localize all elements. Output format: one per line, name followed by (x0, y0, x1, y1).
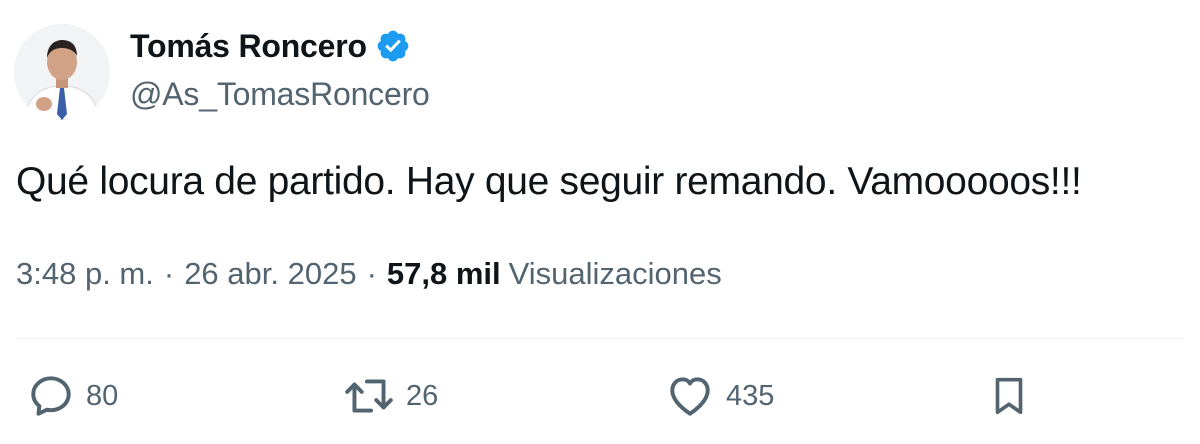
meta-separator: · (163, 256, 175, 291)
tweet-date[interactable]: 26 abr. 2025 (184, 256, 356, 292)
tweet-meta: 3:48 p. m. · 26 abr. 2025 · 57,8 mil Vis… (16, 256, 722, 292)
divider (16, 338, 1184, 339)
bookmark-icon (986, 371, 1032, 421)
bookmark-button[interactable] (986, 366, 1032, 426)
retweet-button[interactable]: 26 (342, 366, 438, 426)
like-icon (664, 371, 716, 421)
reply-count: 80 (86, 379, 119, 412)
author-display-name[interactable]: Tomás Roncero (130, 28, 367, 65)
meta-separator: · (366, 256, 377, 291)
like-button[interactable]: 435 (664, 366, 774, 426)
tweet-card: Tomás Roncero @As_TomasRoncero Qué locur… (0, 0, 1200, 444)
avatar-image (14, 24, 110, 120)
retweet-count: 26 (406, 379, 439, 412)
views-count: 57,8 mil (386, 256, 501, 291)
tweet-text: Qué locura de partido. Hay que seguir re… (16, 160, 1082, 203)
action-bar: 80 26 435 (0, 366, 1200, 426)
retweet-icon (342, 371, 396, 421)
reply-icon (26, 371, 76, 421)
verified-badge-icon (375, 28, 411, 64)
tweet-time[interactable]: 3:48 p. m. (16, 256, 154, 292)
like-count: 435 (726, 379, 775, 412)
avatar[interactable] (14, 24, 110, 120)
views-label: Visualizaciones (508, 256, 722, 291)
author-handle[interactable]: @As_TomasRoncero (130, 76, 430, 113)
author-name-row: Tomás Roncero (130, 26, 411, 66)
reply-button[interactable]: 80 (26, 366, 118, 426)
